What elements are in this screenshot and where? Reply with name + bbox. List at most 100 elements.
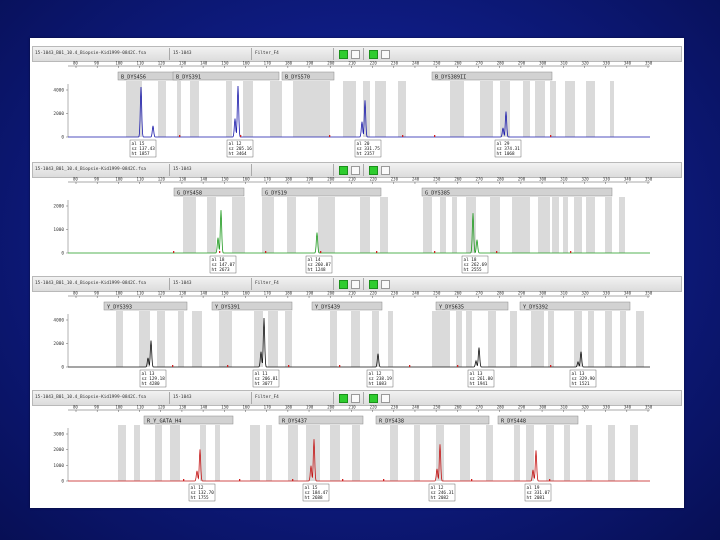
size-standard-mark [550,135,552,137]
allele-bin [586,197,595,253]
empty-status-box[interactable] [381,394,390,403]
locus-marker-bar[interactable] [421,187,613,197]
green-status-indicator[interactable] [369,166,378,175]
empty-status-box[interactable] [351,280,360,289]
x-tick-label: 220 [370,61,378,66]
x-tick-label: 170 [264,61,272,66]
x-tick-label: 130 [179,291,187,296]
size-standard-mark [265,251,267,253]
header-divider [169,278,170,290]
x-tick-label: 220 [370,291,378,296]
file-name-label: 15-1043_B01_10.4_Biopsie-Kid1999-0842C.f… [35,167,147,172]
trace-plot: Y_DYS393 Y_DYS391 Y_DYS439 Y_DYS635 Y_DYS392… [53,291,653,388]
empty-status-box[interactable] [351,394,360,403]
allele-bin [608,425,615,481]
x-tick-label: 340 [624,177,632,182]
allele-bin [620,311,626,367]
x-tick-label: 210 [348,61,356,66]
y-tick-label: 0 [61,479,64,485]
empty-status-box[interactable] [381,280,390,289]
green-status-indicator[interactable] [339,280,348,289]
allele-bin [226,81,232,137]
allele-bin [523,81,530,137]
y-tick-label: 4000 [53,88,64,94]
allele-bin [287,197,296,253]
green-status-indicator[interactable] [339,394,348,403]
x-tick-label: 290 [518,291,526,296]
x-tick-label: 130 [179,177,187,182]
locus-marker-label: B_DYS456 [121,75,146,81]
x-tick-label: 140 [200,61,208,66]
locus-marker-label: B_DYS389II [435,75,466,81]
allele-bin [190,81,199,137]
green-status-indicator[interactable] [339,50,348,59]
x-tick-label: 150 [221,177,229,182]
peak-height-label: ht 4280 [142,381,161,387]
allele-bin [262,197,274,253]
allele-bin [343,81,356,137]
x-tick-label: 130 [179,405,187,410]
locus-marker-label: B_DYS570 [285,75,310,81]
x-tick-label: 90 [94,291,99,296]
x-tick-label: 150 [221,61,229,66]
y-tick-label: 4000 [53,318,64,324]
allele-bin [250,425,260,481]
size-standard-mark [179,135,181,137]
sample-id-label: 15-1043 [173,167,192,172]
peak-height-label: ht 2082 [431,495,450,501]
x-tick-label: 350 [645,177,653,182]
x-tick-label: 260 [454,405,462,410]
dye-filter-label: Filter_F4 [255,395,279,400]
allele-bin [466,311,472,367]
allele-bin [630,425,638,481]
x-tick-label: 120 [158,405,166,410]
locus-marker-label: Y_DYS392 [523,305,548,311]
y-tick-label: 1000 [53,463,64,469]
header-divider [333,48,334,60]
allele-bin [352,425,360,481]
size-standard-mark [342,479,344,481]
allele-bin [170,425,180,481]
x-tick-label: 90 [94,177,99,182]
y-tick-label: 2000 [53,447,64,453]
x-tick-label: 80 [73,405,78,410]
locus-marker-label: R_DYS448 [501,419,526,425]
locus-marker-label: R_Y_GATA_H4 [147,419,181,425]
header-divider [251,164,252,176]
green-status-indicator[interactable] [369,280,378,289]
x-tick-label: 210 [348,291,356,296]
empty-status-box[interactable] [381,166,390,175]
size-standard-mark [434,135,436,137]
peak-height-label: ht 2357 [357,151,376,157]
x-tick-label: 150 [221,291,229,296]
x-tick-label: 270 [476,61,484,66]
header-divider [363,278,364,290]
allele-bin [490,197,500,253]
empty-status-box[interactable] [351,50,360,59]
allele-bin [207,197,216,253]
green-status-indicator[interactable] [369,394,378,403]
trace-plot: B_DYS456 B_DYS391 B_DYS570 B_DYS389II 80 90 10… [53,61,653,158]
header-divider [363,164,364,176]
peak-height-label: ht 1083 [369,381,388,387]
allele-bin [550,81,556,137]
x-tick-label: 230 [391,291,399,296]
empty-status-box[interactable] [381,50,390,59]
x-tick-label: 110 [137,61,145,66]
empty-status-box[interactable] [351,166,360,175]
green-status-indicator[interactable] [369,50,378,59]
trace-panel-3: 15-1043_B01_10.4_Biopsie-Kid1999-0842C.f… [30,276,684,388]
green-status-indicator[interactable] [339,166,348,175]
x-tick-label: 190 [306,291,314,296]
x-tick-label: 300 [539,405,547,410]
x-tick-label: 250 [433,405,441,410]
header-divider [333,164,334,176]
x-tick-label: 80 [73,291,78,296]
peak-height-label: ht 2555 [464,267,483,273]
trace-plot: R_Y_GATA_H4 R_DYS437 R_DYS438 R_DYS448 80 90 1… [53,405,653,502]
y-tick-label: 2000 [53,341,64,347]
allele-bin [548,311,554,367]
file-name-label: 15-1043_B01_10.4_Biopsie-Kid1999-0842C.f… [35,395,147,400]
x-tick-label: 220 [370,177,378,182]
x-tick-label: 310 [560,291,568,296]
